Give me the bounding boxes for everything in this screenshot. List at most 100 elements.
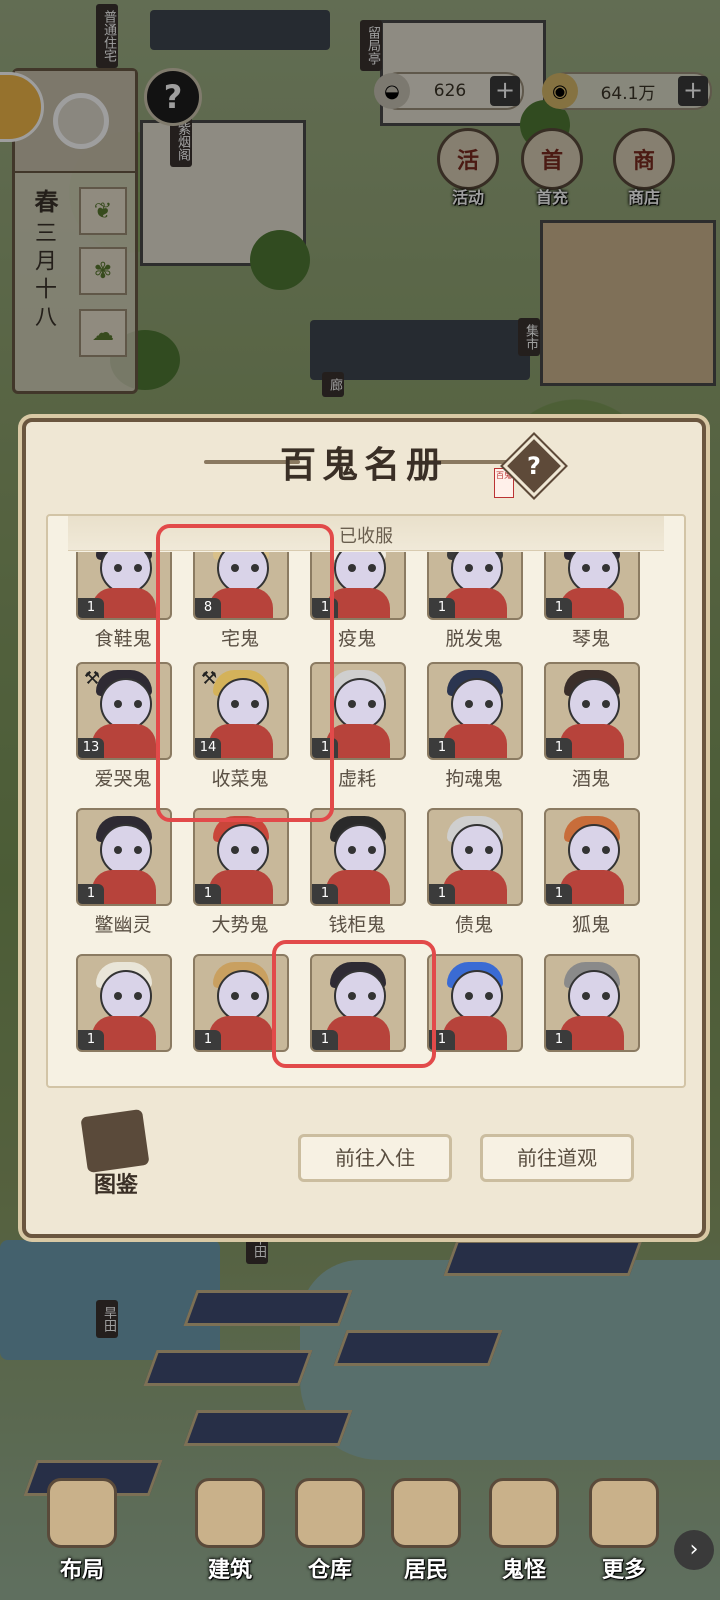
nav-ghosts[interactable]: 鬼怪 — [484, 1478, 564, 1588]
nav-warehouse[interactable]: 仓库 — [290, 1478, 370, 1588]
ghost-card[interactable]: 1 拘魂鬼 — [419, 662, 523, 802]
ghost-eye — [231, 992, 239, 1000]
ghost-eye — [348, 564, 356, 572]
ghost-portrait: 1 — [427, 954, 523, 1052]
nav-label: 建筑 — [207, 1557, 252, 1583]
nav-more[interactable]: 更多 — [584, 1478, 664, 1588]
ghost-name: 脱发鬼 — [445, 628, 503, 650]
nav-layout[interactable]: 布局 — [42, 1478, 122, 1588]
ghost-eye — [134, 846, 142, 854]
ghost-face — [568, 678, 620, 730]
go-temple-button[interactable]: 前往道观 — [480, 1134, 634, 1182]
ghost-eye — [114, 846, 122, 854]
ghost-eye — [582, 700, 590, 708]
ghost-card[interactable]: 1 酒鬼 — [536, 662, 640, 802]
ghost-eye — [114, 700, 122, 708]
ghost-icon — [489, 1478, 559, 1548]
ghost-card[interactable]: 1 鳖幽灵 — [68, 808, 172, 948]
ghost-eye — [251, 846, 259, 854]
ghost-level: 1 — [429, 598, 455, 618]
ghost-name: 鳖幽灵 — [94, 914, 152, 936]
ghost-face — [100, 970, 152, 1022]
ghost-level: 1 — [78, 884, 104, 904]
ghost-list-panel[interactable]: 已收服 1 食鞋鬼 8 宅鬼 1 疫鬼 1 脱发鬼 1 琴鬼 ⚒ 13 爱哭鬼 ⚒ 14 收菜鬼 1 虚耗 1 拘魂鬼… — [46, 514, 686, 1088]
ghost-eye — [485, 700, 493, 708]
ghost-card[interactable]: 1 — [185, 954, 289, 1074]
hammer-icon: ⚒ — [84, 668, 101, 689]
ghost-eye — [134, 564, 142, 572]
ghost-name: 狐鬼 — [571, 914, 610, 936]
ghost-portrait: 1 — [544, 662, 640, 760]
ghost-portrait: 1 — [310, 808, 406, 906]
ghost-level: 1 — [312, 884, 338, 904]
ghost-level: 1 — [78, 598, 104, 618]
ghost-portrait: 1 — [544, 808, 640, 906]
ghost-level: 13 — [78, 738, 104, 758]
ghost-level: 1 — [546, 884, 572, 904]
ghost-face — [334, 824, 386, 876]
ghost-face — [568, 970, 620, 1022]
ghost-eye — [348, 700, 356, 708]
ghost-card[interactable]: 1 钱柜鬼 — [302, 808, 406, 948]
nav-residents[interactable]: 居民 — [386, 1478, 466, 1588]
ghost-level: 1 — [195, 884, 221, 904]
ghost-level: 1 — [429, 884, 455, 904]
ghost-portrait: 1 — [76, 808, 172, 906]
ghost-portrait: 1 — [544, 552, 640, 620]
ghost-card[interactable]: ⚒ 13 爱哭鬼 — [68, 662, 172, 802]
highlight-box — [272, 940, 436, 1068]
building-icon — [195, 1478, 265, 1548]
more-icon — [589, 1478, 659, 1548]
ghost-face — [451, 824, 503, 876]
nav-label: 鬼怪 — [501, 1557, 546, 1583]
ghost-face — [217, 970, 269, 1022]
ghost-name: 琴鬼 — [571, 628, 610, 650]
ghost-eye — [465, 846, 473, 854]
codex-label: 图鉴 — [93, 1172, 138, 1198]
question-icon: ? — [527, 452, 541, 480]
ghost-card[interactable]: 1 狐鬼 — [536, 808, 640, 948]
ghost-card[interactable]: 1 — [536, 954, 640, 1074]
go-residence-button[interactable]: 前往入住 — [298, 1134, 452, 1182]
ghost-face — [451, 970, 503, 1022]
ghost-name: 拘魂鬼 — [445, 768, 503, 790]
scroll-book-icon — [80, 1108, 150, 1174]
ghost-face — [334, 678, 386, 730]
ghost-eye — [368, 700, 376, 708]
layout-icon — [47, 1478, 117, 1548]
ghost-eye — [465, 564, 473, 572]
ghost-face — [217, 824, 269, 876]
ghost-level: 1 — [546, 598, 572, 618]
chevron-right-icon[interactable]: › — [674, 1530, 714, 1570]
ghost-eye — [582, 846, 590, 854]
ghost-card[interactable]: 1 债鬼 — [419, 808, 523, 948]
ghost-eye — [114, 992, 122, 1000]
ghost-name: 债鬼 — [454, 914, 493, 936]
ghost-card[interactable]: 1 大势鬼 — [185, 808, 289, 948]
ghost-eye — [485, 846, 493, 854]
ghost-card[interactable]: 1 — [68, 954, 172, 1074]
ghost-eye — [251, 992, 259, 1000]
ghost-name: 酒鬼 — [571, 768, 610, 790]
ghost-eye — [465, 992, 473, 1000]
bottom-nav: 布局 建筑 仓库 居民 鬼怪 更多 › — [0, 1470, 720, 1600]
ghost-portrait: 1 — [193, 808, 289, 906]
nav-label: 布局 — [59, 1557, 104, 1583]
ghost-portrait: 1 — [427, 662, 523, 760]
ghost-portrait: 1 — [76, 954, 172, 1052]
ghost-eye — [602, 700, 610, 708]
ghost-eye — [231, 846, 239, 854]
nav-label: 居民 — [403, 1557, 448, 1583]
ghost-eye — [602, 846, 610, 854]
ghost-level: 1 — [195, 1030, 221, 1050]
ghost-face — [568, 824, 620, 876]
nav-building[interactable]: 建筑 — [190, 1478, 270, 1588]
ghost-eye — [134, 992, 142, 1000]
ghost-eye — [368, 846, 376, 854]
codex-button[interactable]: 图鉴 — [76, 1107, 156, 1203]
tab-subdued[interactable]: 已收服 — [48, 522, 684, 548]
highlight-box — [156, 524, 334, 822]
dialog-header: 百鬼名册 百鬼 ? — [26, 422, 702, 498]
ghost-eye — [134, 700, 142, 708]
dialog-title: 百鬼名册 — [279, 444, 448, 486]
